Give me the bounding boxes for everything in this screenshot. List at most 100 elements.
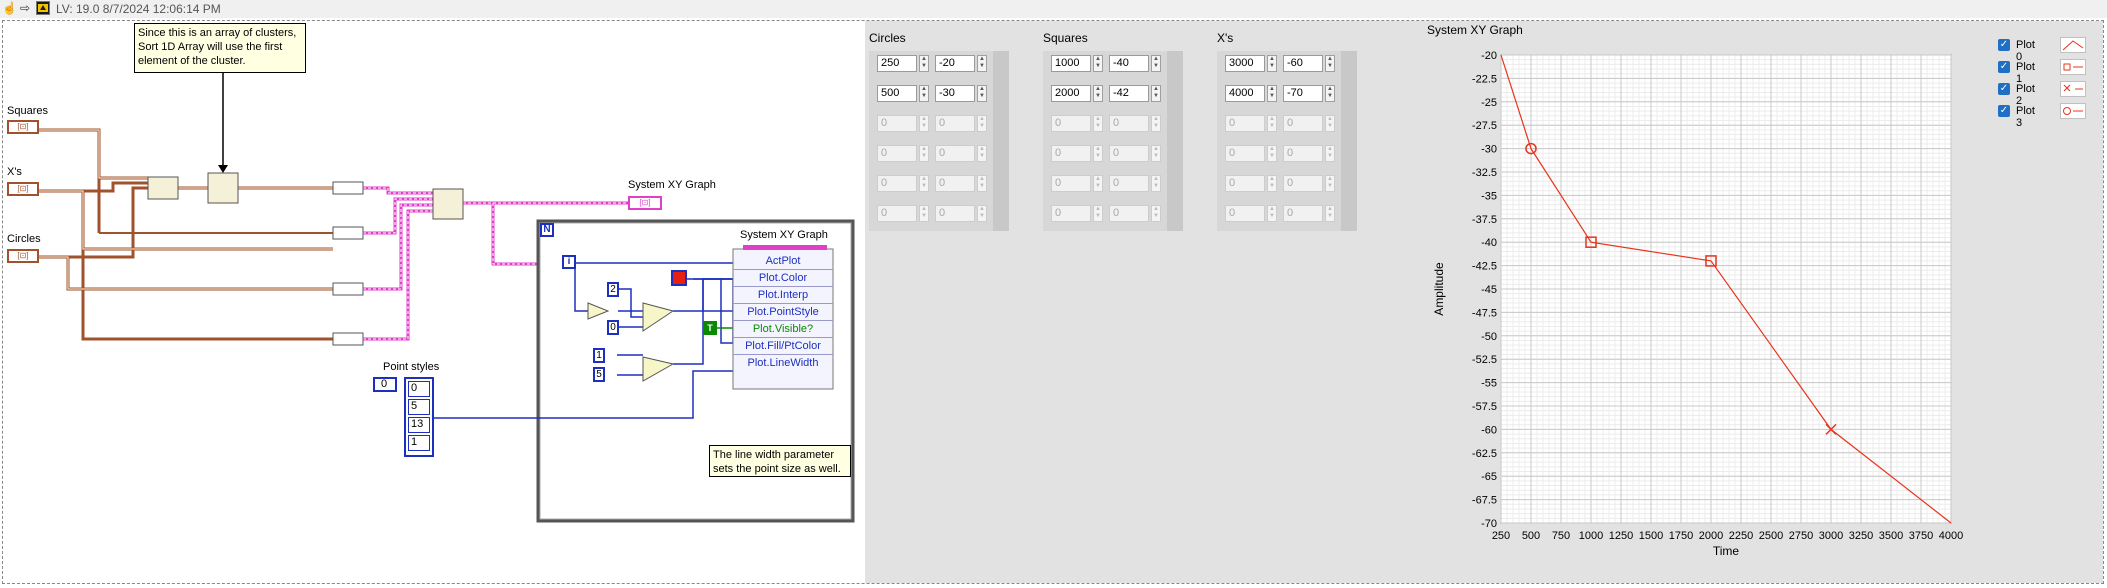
property-item[interactable]: Plot.Color [733,270,833,287]
array-element-x[interactable]: 1000 [1051,55,1091,72]
spin-buttons[interactable]: ▲ ▼ [977,85,987,102]
constant-0[interactable]: 0 [607,320,619,335]
array-element-y: 0 [1109,205,1149,222]
plot-1-checkbox[interactable]: ✓ [1998,61,2010,73]
x-tick-label: 3750 [1909,530,1933,542]
true-constant[interactable]: T [703,321,717,335]
graph-terminal[interactable]: [⊡] [628,196,662,210]
labview-logo-icon [38,4,48,12]
array-scrollbar[interactable] [1167,51,1183,231]
property-node-ref-bar [743,245,827,250]
iteration-terminal[interactable]: i [562,255,576,269]
plot-1-name: Plot 1 [2016,61,2035,85]
spin-buttons: ▲ ▼ [1093,145,1103,162]
spin-buttons[interactable]: ▲ ▼ [919,85,929,102]
build-cluster-array-node[interactable] [432,188,464,220]
array-element-x: 0 [877,175,917,192]
x-tick-label: 500 [1522,530,1540,542]
plot-3-checkbox[interactable]: ✓ [1998,105,2010,117]
circles-terminal[interactable]: [⊡] [7,249,39,263]
array-element-x[interactable]: 4000 [1225,85,1265,102]
line-width-note-line-1: The line width parameter [713,449,835,461]
plot-3-name: Plot 3 [2016,105,2035,129]
array-element-y[interactable]: -70 [1283,85,1323,102]
spin-buttons: ▲ ▼ [977,175,987,192]
spin-buttons[interactable]: ▲ ▼ [977,55,987,72]
spin-buttons: ▲ ▼ [1325,205,1335,222]
plot-0-checkbox[interactable]: ✓ [1998,39,2010,51]
spin-buttons[interactable]: ▲ ▼ [1325,85,1335,102]
array-element-x: 0 [1051,115,1091,132]
x-tick-label: 1000 [1579,530,1603,542]
property-item[interactable]: Plot.Visible? [733,321,833,338]
plot-1-swatch[interactable] [2060,59,2086,75]
plot-2-checkbox[interactable]: ✓ [1998,83,2010,95]
array-element-y: 0 [1109,115,1149,132]
spin-buttons[interactable]: ▲ ▼ [1267,85,1277,102]
sort-note: Since this is an array of clusters, Sort… [134,23,306,73]
array-element-y[interactable]: -42 [1109,85,1149,102]
spin-buttons[interactable]: ▲ ▼ [1093,55,1103,72]
array-element-x: 0 [1051,145,1091,162]
constant-5[interactable]: 5 [593,367,605,382]
plot-2-swatch[interactable] [2060,81,2086,97]
property-item[interactable]: Plot.PointStyle [733,304,833,321]
labview-icon [36,1,50,15]
spin-buttons: ▲ ▼ [1151,115,1161,132]
loop-count-terminal[interactable]: N [540,223,554,237]
property-item[interactable]: Plot.Interp [733,287,833,304]
y-tick-label: -37.5 [1472,214,1497,226]
array-control[interactable] [1217,51,1341,231]
point-style-value: 5 [408,399,430,415]
plot-0-swatch[interactable] [2060,37,2086,53]
sort-1d-array-node[interactable] [207,172,239,204]
hand-icon[interactable]: ☝ [2,1,17,15]
array-element-x[interactable]: 3000 [1225,55,1265,72]
array-scrollbar[interactable] [993,51,1009,231]
array-element-y[interactable]: -40 [1109,55,1149,72]
build-array-node[interactable] [147,176,179,200]
sort-note-line-3: element of the cluster. [138,55,246,67]
array-scrollbar[interactable] [1341,51,1357,231]
constant-1[interactable]: 1 [593,348,605,363]
run-arrow-icon[interactable]: ⇨ [18,1,32,15]
spin-buttons[interactable]: ▲ ▼ [1151,55,1161,72]
spin-buttons[interactable]: ▲ ▼ [1093,85,1103,102]
squares-terminal[interactable]: [⊡] [7,120,39,134]
array-element-x[interactable]: 500 [877,85,917,102]
y-tick-label: -57.5 [1472,401,1497,413]
array-control[interactable] [1043,51,1167,231]
y-tick-label: -20 [1481,50,1497,62]
array-element-x[interactable]: 250 [877,55,917,72]
graph-label: System XY Graph [1427,23,1523,37]
point-styles-index[interactable]: 0 [373,377,397,392]
xs-terminal[interactable]: [⊡] [7,182,39,196]
color-constant[interactable] [671,270,687,286]
property-item[interactable]: Plot.Fill/PtColor [733,338,833,355]
point-styles-array[interactable]: 0 5 13 1 [404,377,434,457]
property-item[interactable]: Plot.LineWidth [733,355,833,371]
array-element-y[interactable]: -60 [1283,55,1323,72]
array-element-y[interactable]: -20 [935,55,975,72]
array-element-x: 0 [1051,205,1091,222]
spin-buttons[interactable]: ▲ ▼ [1151,85,1161,102]
xy-graph[interactable]: 250 500 750 1000 1250 1500 1750 2000 2250 2500 275… [1423,39,1983,581]
array-element-y[interactable]: -30 [935,85,975,102]
constant-2[interactable]: 2 [607,282,619,297]
spin-buttons[interactable]: ▲ ▼ [1267,55,1277,72]
array-element-y: 0 [935,115,975,132]
property-item[interactable]: ActPlot [733,253,833,270]
spin-buttons[interactable]: ▲ ▼ [1325,55,1335,72]
array-element-x[interactable]: 2000 [1051,85,1091,102]
spin-buttons: ▲ ▼ [977,145,987,162]
y-tick-label: -62.5 [1472,448,1497,460]
spin-buttons: ▲ ▼ [1267,205,1277,222]
x-tick-label: 1250 [1609,530,1633,542]
plot-3-swatch[interactable] [2060,103,2086,119]
spin-buttons: ▲ ▼ [1093,115,1103,132]
y-tick-label: -67.5 [1472,495,1497,507]
array-element-y: 0 [935,205,975,222]
y-tick-label: -70 [1481,518,1497,530]
spin-buttons[interactable]: ▲ ▼ [919,55,929,72]
array-control[interactable] [869,51,993,231]
